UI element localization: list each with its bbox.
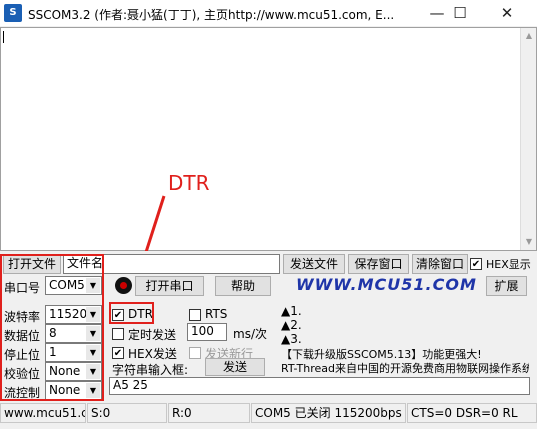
receive-area[interactable]: ▲ ▼ (0, 27, 537, 251)
hex-send-label: HEX发送 (128, 347, 177, 361)
scroll-down-icon[interactable]: ▼ (521, 234, 537, 250)
info-line-2: ▲2. (281, 318, 302, 332)
maximize-button[interactable]: ☐ (440, 0, 480, 27)
status-port-state: COM5 已关闭 115200bps (251, 403, 406, 423)
title-bar: S SSCOM3.2 (作者:聂小猛(丁丁), 主页http://www.mcu… (0, 0, 537, 27)
open-port-button[interactable]: 打开串口 (135, 276, 204, 296)
close-button[interactable]: ✕ (487, 0, 527, 27)
send-file-button[interactable]: 发送文件 (283, 254, 345, 274)
clear-window-button[interactable]: 清除窗口 (412, 254, 468, 274)
expand-button[interactable]: 扩展 (486, 276, 527, 296)
hex-display-label: HEX显示 (486, 258, 531, 271)
window-title: SSCOM3.2 (作者:聂小猛(丁丁), 主页http://www.mcu51… (28, 8, 395, 22)
vertical-scrollbar[interactable]: ▲ ▼ (520, 28, 536, 250)
dtr-highlight-box (109, 302, 154, 324)
info-line-3: ▲3. (281, 332, 302, 346)
interval-input[interactable]: 100 (187, 323, 227, 341)
send-data-input[interactable]: A5 25 (109, 377, 530, 395)
text-caret (3, 31, 4, 43)
info-line-1: ▲1. (281, 304, 302, 318)
status-bar: www.mcu51.cor S:0 R:0 COM5 已关闭 115200bps… (0, 401, 537, 429)
string-input-label: 字符串输入框: (112, 363, 189, 377)
send-button[interactable]: 发送 (205, 358, 265, 376)
website-logo[interactable]: WWW.MCU51.COM (296, 275, 477, 294)
timed-send-label: 定时发送 (128, 328, 177, 342)
info-line-5[interactable]: RT-Thread来自中国的开源免费商用物联网操作系统 (281, 360, 529, 376)
timed-send-checkbox[interactable] (112, 328, 124, 340)
rts-checkbox[interactable] (189, 309, 201, 321)
app-icon: S (4, 4, 22, 22)
scroll-up-icon[interactable]: ▲ (521, 28, 537, 44)
save-window-button[interactable]: 保存窗口 (348, 254, 409, 274)
hex-send-checkbox[interactable]: ✔ (112, 347, 124, 359)
status-sent-count: S:0 (87, 403, 167, 423)
status-line-signals: CTS=0 DSR=0 RL (407, 403, 537, 423)
hex-display-checkbox[interactable]: ✔ (470, 258, 482, 270)
send-newline-checkbox[interactable] (189, 347, 201, 359)
settings-highlight-box (0, 254, 104, 401)
interval-unit-label: ms/次 (233, 327, 267, 341)
status-received-count: R:0 (168, 403, 250, 423)
status-website[interactable]: www.mcu51.cor (0, 403, 86, 423)
help-button[interactable]: 帮助 (215, 276, 271, 296)
dtr-annotation-label: DTR (168, 171, 210, 195)
rts-label: RTS (205, 307, 228, 321)
info-panel: ▲1. ▲2. ▲3. 【下载升级版SSCOM5.13】功能更强大! RT-Th… (279, 304, 529, 376)
port-status-indicator-icon (115, 277, 132, 294)
